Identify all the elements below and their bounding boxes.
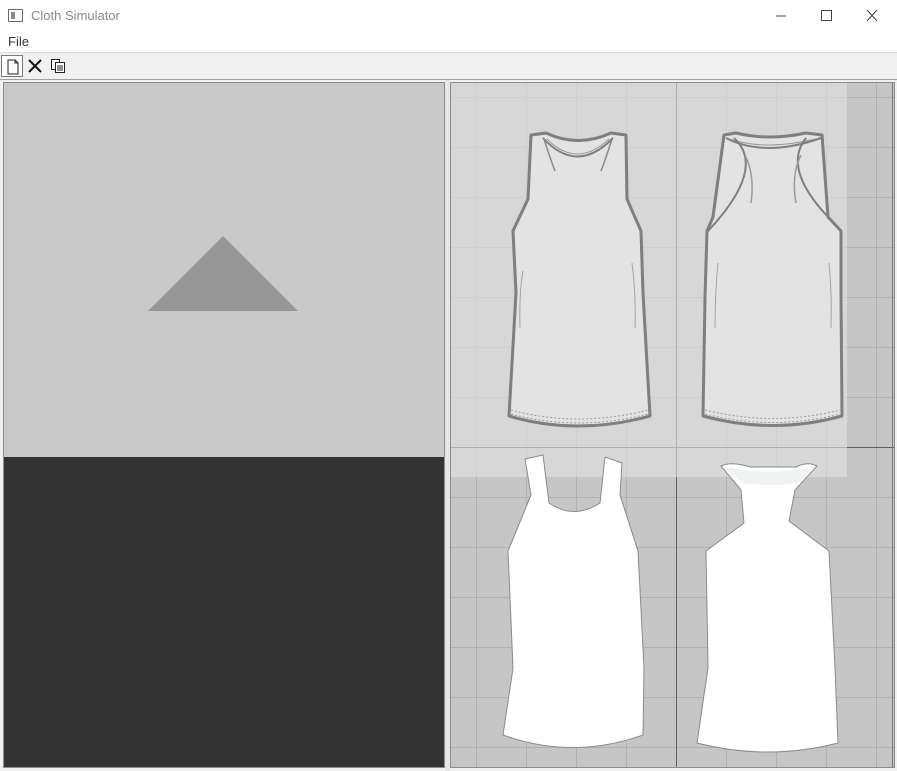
close-window-button[interactable] bbox=[850, 0, 896, 32]
minimize-icon bbox=[776, 15, 786, 17]
tank-top-back bbox=[701, 131, 844, 427]
menu-bar: File bbox=[0, 32, 897, 53]
copy-icon bbox=[51, 59, 65, 73]
delete-icon bbox=[28, 59, 42, 73]
delete-button[interactable] bbox=[24, 55, 46, 77]
window-title: Cloth Simulator bbox=[31, 8, 120, 23]
minimize-button[interactable] bbox=[758, 0, 804, 32]
close-icon bbox=[866, 9, 878, 22]
cloth-triangle-icon bbox=[148, 236, 298, 311]
new-button[interactable] bbox=[1, 55, 23, 77]
copy-button[interactable] bbox=[47, 55, 69, 77]
title-bar[interactable]: Cloth Simulator bbox=[0, 0, 897, 32]
maximize-button[interactable] bbox=[804, 0, 850, 32]
toolbar bbox=[0, 53, 897, 80]
app-icon bbox=[8, 9, 23, 22]
menu-file[interactable]: File bbox=[8, 34, 29, 49]
simulation-viewport[interactable] bbox=[3, 82, 445, 768]
new-icon bbox=[7, 59, 19, 75]
back-piece bbox=[696, 463, 839, 753]
pattern-viewport[interactable] bbox=[450, 82, 895, 768]
front-piece bbox=[502, 454, 645, 748]
pattern-canvas bbox=[451, 83, 894, 767]
maximize-icon bbox=[821, 10, 832, 21]
